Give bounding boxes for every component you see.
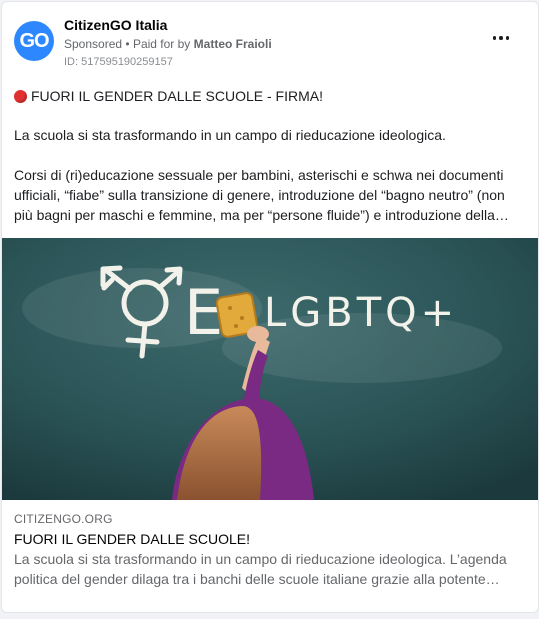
post-paragraph-1: La scuola si sta trasformando in un camp… [14, 127, 446, 143]
post-image[interactable]: E LGBTQ+ [2, 238, 538, 500]
meta-separator: • [125, 37, 130, 51]
red-circle-icon [14, 89, 27, 103]
sponsored-label[interactable]: Sponsored [64, 37, 122, 51]
page-name[interactable]: CitizenGO Italia [64, 17, 167, 33]
chalkboard-illustration: E LGBTQ+ [2, 238, 538, 500]
link-description: La scuola si sta trasformando in un camp… [14, 551, 507, 587]
post-headline: FUORI IL GENDER DALLE SCUOLE - FIRMA! [14, 86, 524, 106]
page-avatar[interactable]: GO [14, 21, 54, 61]
avatar-text: GO [19, 29, 49, 52]
sponsored-meta: Sponsored • Paid for by Matteo Fraioli [64, 37, 272, 51]
link-title[interactable]: FUORI IL GENDER DALLE SCUOLE! [14, 531, 529, 547]
paid-for-prefix: Paid for by [132, 37, 191, 51]
ad-id: ID: 517595190259157 [64, 56, 173, 68]
link-domain: CITIZENGO.ORG [14, 512, 113, 526]
paid-for-name: Matteo Fraioli [193, 37, 272, 51]
post-header: GO CitizenGO Italia Sponsored • Paid for… [14, 15, 526, 71]
more-options-icon[interactable] [488, 31, 514, 45]
link-preview[interactable]: CITIZENGO.ORG FUORI IL GENDER DALLE SCUO… [14, 512, 529, 589]
ad-post-card: GO CitizenGO Italia Sponsored • Paid for… [1, 1, 539, 613]
headline-text: FUORI IL GENDER DALLE SCUOLE - FIRMA! [31, 88, 323, 104]
post-paragraph-2: Corsi di (ri)educazione sessuale per bam… [14, 167, 509, 223]
post-body: FUORI IL GENDER DALLE SCUOLE - FIRMA! La… [14, 86, 524, 225]
chalk-lgbtq-text: LGBTQ+ [264, 290, 458, 336]
